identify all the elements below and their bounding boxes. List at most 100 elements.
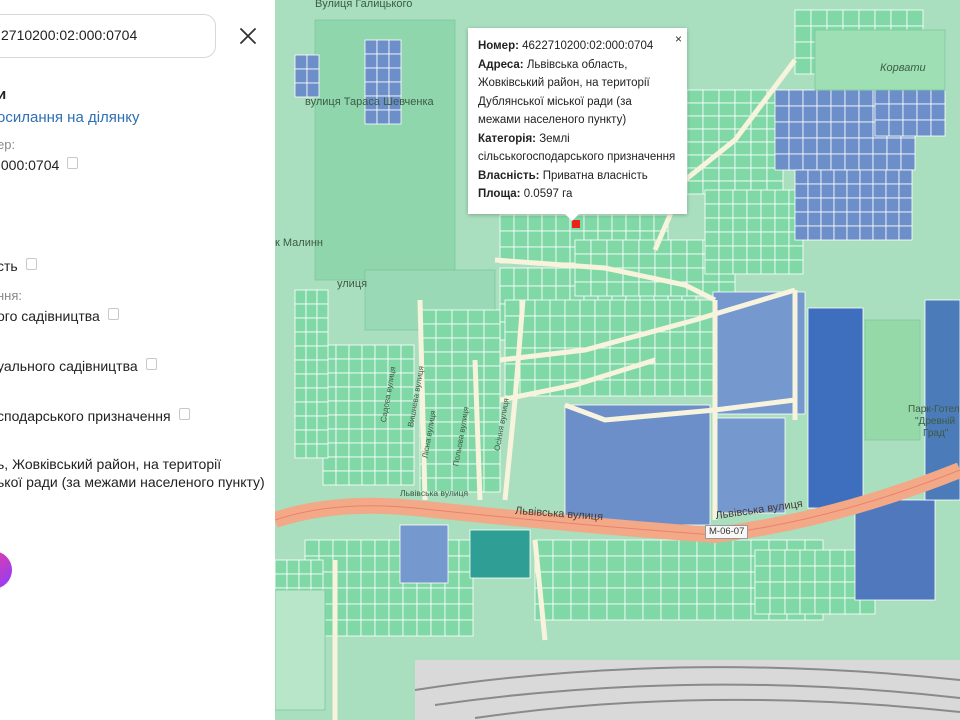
parcel[interactable] — [294, 415, 307, 431]
parcel[interactable] — [678, 571, 698, 589]
parcel[interactable] — [579, 315, 596, 333]
parcel[interactable] — [483, 463, 501, 479]
parcel[interactable] — [654, 331, 671, 349]
parcel[interactable] — [387, 470, 402, 486]
parcel[interactable] — [387, 428, 402, 444]
parcel[interactable] — [774, 203, 790, 219]
parcel[interactable] — [734, 89, 752, 104]
parcel[interactable] — [760, 245, 776, 261]
parcel[interactable] — [639, 214, 655, 232]
parcel[interactable] — [718, 167, 736, 182]
parcel[interactable] — [304, 539, 320, 557]
parcel[interactable] — [400, 456, 415, 472]
parcel[interactable] — [374, 428, 389, 444]
parcel[interactable] — [712, 417, 786, 514]
parcel[interactable] — [858, 137, 874, 155]
parcel[interactable] — [361, 428, 376, 444]
parcel[interactable] — [305, 345, 318, 361]
parcel[interactable] — [322, 456, 337, 472]
parcel[interactable] — [483, 337, 501, 353]
parcel[interactable] — [361, 456, 376, 472]
parcel[interactable] — [316, 443, 329, 459]
parcel[interactable] — [746, 189, 762, 205]
parcel[interactable] — [549, 299, 566, 317]
parcel[interactable] — [829, 581, 846, 599]
parcel[interactable] — [527, 230, 543, 248]
parcel[interactable] — [306, 54, 320, 70]
parcel[interactable] — [916, 103, 932, 121]
parcel[interactable] — [275, 559, 288, 575]
parcel[interactable] — [469, 529, 531, 579]
parcel[interactable] — [754, 549, 771, 567]
parcel[interactable] — [794, 183, 809, 199]
parcel[interactable] — [430, 619, 446, 637]
parcel[interactable] — [638, 253, 656, 269]
parcel[interactable] — [885, 211, 900, 227]
parcel[interactable] — [696, 555, 716, 573]
parcel[interactable] — [898, 211, 913, 227]
parcel[interactable] — [348, 428, 363, 444]
parcel[interactable] — [499, 214, 515, 232]
parcel[interactable] — [549, 363, 566, 381]
parcel[interactable] — [335, 470, 350, 486]
parcel[interactable] — [483, 309, 501, 325]
parcel[interactable] — [361, 386, 376, 402]
parcel[interactable] — [316, 345, 329, 361]
parcel[interactable] — [316, 387, 329, 403]
parcel[interactable] — [305, 387, 318, 403]
parcel[interactable] — [872, 211, 887, 227]
parcel[interactable] — [435, 393, 453, 409]
parcel[interactable] — [348, 358, 363, 374]
parcel[interactable] — [318, 539, 334, 557]
parcel[interactable] — [527, 214, 543, 232]
parcel[interactable] — [346, 603, 362, 621]
parcel[interactable] — [830, 89, 846, 107]
parcel[interactable] — [833, 197, 848, 213]
parcel[interactable] — [374, 603, 390, 621]
parcel[interactable] — [504, 299, 521, 317]
parcel[interactable] — [555, 246, 571, 264]
parcel[interactable] — [374, 555, 390, 573]
parcel[interactable] — [483, 351, 501, 367]
parcel[interactable] — [294, 387, 307, 403]
parcel[interactable] — [549, 315, 566, 333]
parcel[interactable] — [686, 128, 704, 143]
parcel[interactable] — [564, 315, 581, 333]
parcel[interactable] — [388, 39, 402, 55]
parcel[interactable] — [348, 456, 363, 472]
parcel[interactable] — [294, 303, 307, 319]
parcel[interactable] — [552, 555, 572, 573]
parcel[interactable] — [364, 53, 378, 69]
parcel[interactable] — [555, 267, 571, 287]
parcel[interactable] — [305, 331, 318, 347]
parcel[interactable] — [820, 197, 835, 213]
parcel[interactable] — [858, 105, 874, 123]
parcel[interactable] — [624, 587, 644, 605]
parcel[interactable] — [769, 581, 786, 599]
parcel[interactable] — [874, 119, 890, 137]
parcel[interactable] — [859, 597, 876, 615]
parcel[interactable] — [305, 373, 318, 389]
parcel[interactable] — [704, 189, 720, 205]
parcel[interactable] — [874, 103, 890, 121]
parcel[interactable] — [387, 414, 402, 430]
parcel[interactable] — [769, 597, 786, 615]
parcel[interactable] — [844, 105, 860, 123]
parcel[interactable] — [734, 154, 752, 169]
parcel[interactable] — [322, 470, 337, 486]
parcel[interactable] — [746, 231, 762, 247]
parcel[interactable] — [830, 153, 846, 171]
parcel[interactable] — [335, 372, 350, 388]
parcel[interactable] — [930, 103, 946, 121]
parcel[interactable] — [348, 470, 363, 486]
parcel[interactable] — [376, 39, 390, 55]
parcel[interactable] — [654, 281, 672, 297]
parcel[interactable] — [810, 9, 828, 27]
parcel[interactable] — [898, 197, 913, 213]
parcel[interactable] — [874, 87, 890, 105]
parcel[interactable] — [570, 539, 590, 557]
parcel[interactable] — [611, 214, 627, 232]
parcel[interactable] — [902, 87, 918, 105]
parcel[interactable] — [814, 581, 831, 599]
parcel[interactable] — [305, 401, 318, 417]
